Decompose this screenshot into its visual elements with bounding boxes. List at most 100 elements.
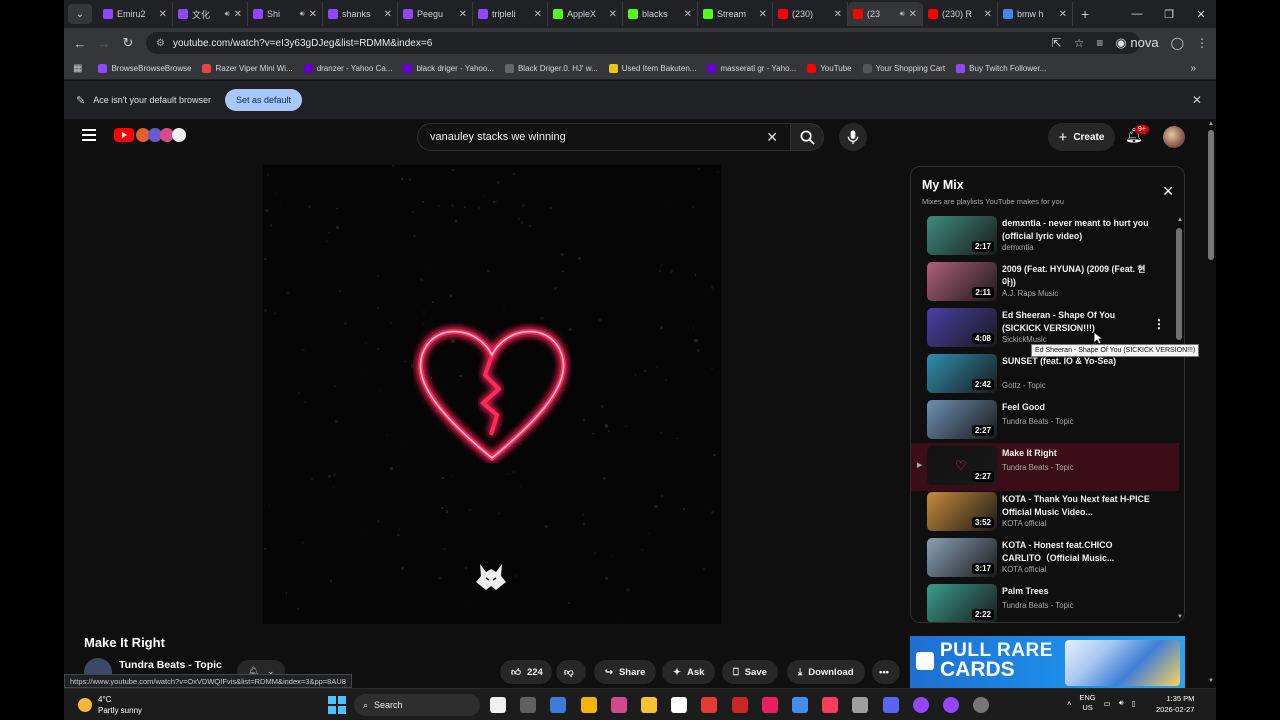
youtube-logo[interactable] bbox=[114, 128, 186, 142]
tab-close-icon[interactable]: ✕ bbox=[909, 9, 917, 20]
app-icon[interactable] bbox=[671, 697, 688, 713]
browser-tab[interactable]: Shi 🔊︎ ✕ bbox=[248, 2, 323, 26]
share-button[interactable]: ↪ Share bbox=[594, 660, 657, 684]
ad-banner[interactable]: PULL RARE CARDS bbox=[910, 636, 1185, 688]
bookmark-item[interactable]: Black Driger.0. HJ' w... bbox=[504, 64, 598, 73]
browser-tab[interactable]: 文化 🔊︎ ✕ bbox=[173, 2, 248, 26]
scroll-down-arrow-icon[interactable]: ▼ bbox=[1177, 614, 1183, 620]
mix-item[interactable]: 2:17 demxntia - never meant to hurt you (… bbox=[911, 213, 1179, 261]
maximize-button[interactable]: ❐ bbox=[1153, 0, 1185, 28]
tab-close-icon[interactable]: ✕ bbox=[759, 9, 767, 20]
bookmark-star-icon[interactable]: ☆ bbox=[1074, 36, 1085, 50]
browser-tab[interactable]: (230) ✕ bbox=[773, 2, 848, 26]
tab-close-icon[interactable]: ✕ bbox=[609, 9, 617, 20]
video-player[interactable] bbox=[263, 165, 721, 624]
profile-icon[interactable]: ◯ bbox=[1171, 36, 1184, 50]
tab-close-icon[interactable]: ✕ bbox=[309, 9, 317, 20]
save-button[interactable]: ⎕ Save bbox=[722, 660, 778, 684]
media-icon[interactable] bbox=[761, 697, 778, 713]
ask-button[interactable]: ✦ Ask bbox=[662, 660, 716, 684]
download-button[interactable]: ⤓ Download bbox=[787, 660, 865, 684]
chrome-icon[interactable] bbox=[550, 697, 567, 713]
cloud-app-icon[interactable] bbox=[490, 697, 506, 713]
more-actions-button[interactable]: ••• bbox=[872, 660, 900, 684]
mix-item[interactable]: 3:17 KOTA - Honest feat.CHICO CARLITO（Off… bbox=[911, 535, 1179, 583]
menu-icon[interactable]: ⋮ bbox=[1196, 36, 1208, 50]
mix-item[interactable]: 2:27 Feel Good Tundra Beats - Topic bbox=[911, 397, 1179, 445]
tab-close-icon[interactable]: ✕ bbox=[834, 9, 842, 20]
taskbar-search[interactable]: ⌕ Search bbox=[354, 694, 480, 716]
browser-tab[interactable]: (230) R ✕ bbox=[923, 2, 998, 26]
media-control-icon[interactable]: ≡ bbox=[1096, 36, 1103, 50]
task-view-icon[interactable] bbox=[520, 697, 537, 713]
tab-close-icon[interactable]: ✕ bbox=[159, 9, 167, 20]
app-icon[interactable] bbox=[973, 697, 990, 713]
search-button[interactable] bbox=[790, 123, 824, 151]
browser-tab[interactable]: blacks ✕ bbox=[623, 2, 698, 26]
bookmark-item[interactable]: Used Item Bakuten... bbox=[608, 64, 696, 73]
browser-tab[interactable]: Emiru2 ✕ bbox=[98, 2, 173, 26]
back-button[interactable]: ← bbox=[68, 36, 92, 51]
mix-item[interactable]: 3:52 KOTA - Thank You Next feat H-PICE Of… bbox=[911, 489, 1179, 537]
tab-close-icon[interactable]: ✕ bbox=[459, 9, 467, 20]
weather-widget[interactable]: 4°C Partly sunny bbox=[78, 694, 142, 716]
like-button[interactable]: 👍︎ 224 bbox=[500, 660, 552, 684]
bookmark-item[interactable]: Your Shopping Cart bbox=[862, 64, 945, 73]
file-explorer-icon[interactable] bbox=[610, 697, 627, 713]
mix-item[interactable]: 2:22 Palm Trees Tundra Beats - Topic bbox=[911, 581, 1179, 622]
browser-tab[interactable]: AppleX ✕ bbox=[548, 2, 623, 26]
forward-button[interactable]: → bbox=[92, 36, 116, 51]
clock[interactable]: 1:35 PM 2026-02-27 bbox=[1156, 693, 1194, 715]
tab-close-icon[interactable]: ✕ bbox=[534, 9, 542, 20]
windows-start-icon[interactable] bbox=[328, 696, 346, 714]
create-button[interactable]: + Create bbox=[1048, 123, 1115, 151]
site-info-icon[interactable]: ⚙ bbox=[156, 38, 165, 49]
dislike-button[interactable]: 👎︎ bbox=[556, 660, 586, 684]
discord-icon[interactable] bbox=[882, 697, 899, 713]
set-default-button[interactable]: Set as default bbox=[225, 89, 303, 111]
obs-icon[interactable] bbox=[943, 697, 959, 713]
twitch-icon[interactable] bbox=[912, 697, 929, 713]
notifications-button[interactable]: 🔔︎ 9+ bbox=[1125, 125, 1149, 149]
reload-button[interactable]: ↻ bbox=[116, 35, 140, 51]
bookmark-item[interactable]: Buy Twitch Follower... bbox=[956, 64, 1046, 73]
search-input[interactable]: vanauley stacks we winning ✕ bbox=[417, 123, 791, 151]
account-avatar[interactable] bbox=[1163, 126, 1185, 148]
more-options-icon[interactable]: ⋮ bbox=[1153, 317, 1165, 331]
infobar-close-icon[interactable]: ✕ bbox=[1192, 93, 1202, 107]
mix-item[interactable]: 2:42 SUNSET (feat. IO & Yo-Sea) Gottz - To… bbox=[911, 351, 1179, 399]
scroll-up-arrow-icon[interactable]: ▲ bbox=[1177, 217, 1183, 223]
tab-search-button[interactable]: ⌄ bbox=[68, 4, 92, 24]
mix-item[interactable]: ▶ ♡ 2:27 Make It Right Tundra Beats - Topic bbox=[911, 443, 1179, 491]
mix-item[interactable]: 2:11 2009 (Feat. HYUNA) (2009 (Feat. 현아))… bbox=[911, 259, 1179, 307]
browser-tab[interactable]: (23 🔊︎ ✕ bbox=[848, 2, 923, 26]
bookmark-item[interactable]: masserati gr - Yaho... bbox=[707, 64, 796, 73]
browser-tab[interactable]: Peegu ✕ bbox=[398, 2, 473, 26]
browser-tab[interactable]: bmw h ✕ bbox=[998, 2, 1073, 26]
bookmark-item[interactable]: BrowseBrowseBrowse bbox=[98, 64, 191, 73]
browser-tab[interactable]: shanks ✕ bbox=[323, 2, 398, 26]
red-app-icon[interactable] bbox=[701, 697, 718, 713]
language-indicator[interactable]: ENG US bbox=[1079, 693, 1095, 713]
show-hidden-icons[interactable]: ˄ bbox=[1067, 699, 1071, 708]
edge-icon[interactable] bbox=[792, 697, 808, 713]
copilot-icon[interactable] bbox=[580, 697, 597, 713]
voice-search-button[interactable] bbox=[839, 123, 867, 151]
tab-audio-icon[interactable]: 🔊︎ bbox=[225, 9, 230, 19]
install-app-icon[interactable]: ⇱ bbox=[1052, 36, 1062, 50]
new-tab-button[interactable]: + bbox=[1073, 6, 1097, 22]
menu-hamburger-icon[interactable] bbox=[82, 129, 96, 141]
bookmark-item[interactable]: Razer Viper Mini Wi... bbox=[202, 64, 293, 73]
nova-extension[interactable]: ◉ nova bbox=[1115, 35, 1158, 51]
clear-search-icon[interactable]: ✕ bbox=[766, 129, 778, 146]
tab-close-icon[interactable]: ✕ bbox=[1059, 9, 1067, 20]
tab-close-icon[interactable]: ✕ bbox=[984, 9, 992, 20]
page-scroll-down-icon[interactable]: ▼ bbox=[1208, 678, 1214, 684]
bookmark-item[interactable]: YouTube bbox=[807, 64, 852, 73]
tab-close-icon[interactable]: ✕ bbox=[384, 9, 392, 20]
settings-icon[interactable] bbox=[852, 697, 869, 713]
network-icon[interactable]: ▭ bbox=[1104, 699, 1111, 708]
mix-close-icon[interactable]: ✕ bbox=[1162, 183, 1174, 200]
page-scrollbar-thumb[interactable] bbox=[1208, 130, 1214, 260]
channel-name[interactable]: Tundra Beats - Topic bbox=[119, 659, 222, 671]
